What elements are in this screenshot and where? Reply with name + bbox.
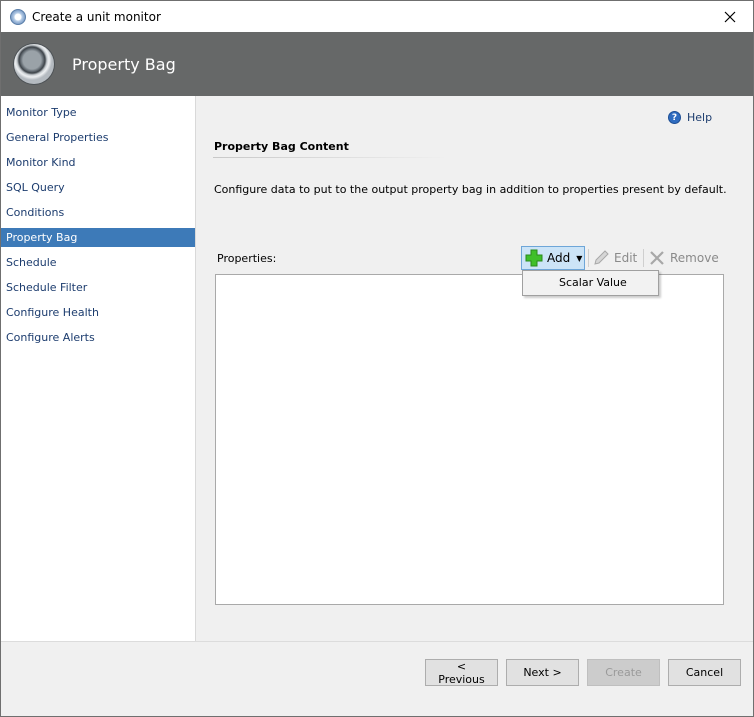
help-link[interactable]: ? Help [668,111,712,124]
footer-divider [1,641,753,642]
nav-item-schedule-filter[interactable]: Schedule Filter [1,278,195,297]
create-unit-monitor-dialog: Create a unit monitor Property Bag Monit… [0,0,754,717]
nav-item-configure-alerts[interactable]: Configure Alerts [1,328,195,347]
page-header: Property Bag [1,32,753,96]
remove-x-icon [650,251,664,265]
next-button[interactable]: Next > [506,659,579,686]
toolbar-separator [588,249,589,267]
section-description: Configure data to put to the output prop… [214,183,727,196]
wizard-logo-icon [14,44,54,84]
page-title: Property Bag [72,54,176,74]
section-divider [213,157,448,158]
help-icon: ? [668,111,681,124]
wizard-nav: Monitor Type General Properties Monitor … [1,96,196,641]
title-bar: Create a unit monitor [1,1,753,32]
nav-item-monitor-kind[interactable]: Monitor Kind [1,153,195,172]
remove-button[interactable]: Remove [648,246,719,270]
add-button[interactable]: Add ▼ [521,246,585,270]
edit-button[interactable]: Edit [592,246,637,270]
remove-label: Remove [670,251,719,265]
close-icon [724,11,736,22]
nav-item-sql-query[interactable]: SQL Query [1,178,195,197]
properties-list[interactable] [215,274,724,605]
previous-button[interactable]: < Previous [425,659,498,686]
add-label: Add [547,251,571,265]
app-icon [10,8,26,25]
create-button[interactable]: Create [587,659,660,686]
nav-item-property-bag[interactable]: Property Bag [1,228,195,247]
window-title: Create a unit monitor [32,9,161,24]
add-dropdown-menu: Scalar Value [522,270,659,296]
nav-item-general-properties[interactable]: General Properties [1,128,195,147]
menu-item-scalar-value[interactable]: Scalar Value [525,273,656,293]
caret-down-icon: ▼ [576,253,583,263]
section-title: Property Bag Content [214,140,349,153]
close-button[interactable] [707,1,753,32]
cancel-button[interactable]: Cancel [668,659,741,686]
toolbar-separator [643,249,644,267]
nav-item-schedule[interactable]: Schedule [1,253,195,272]
nav-item-monitor-type[interactable]: Monitor Type [1,103,195,122]
plus-icon [525,249,543,267]
edit-label: Edit [614,251,638,265]
pencil-icon [594,250,609,265]
nav-item-conditions[interactable]: Conditions [1,203,195,222]
nav-item-configure-health[interactable]: Configure Health [1,303,195,322]
properties-label: Properties: [217,252,277,265]
help-label: Help [687,111,713,124]
